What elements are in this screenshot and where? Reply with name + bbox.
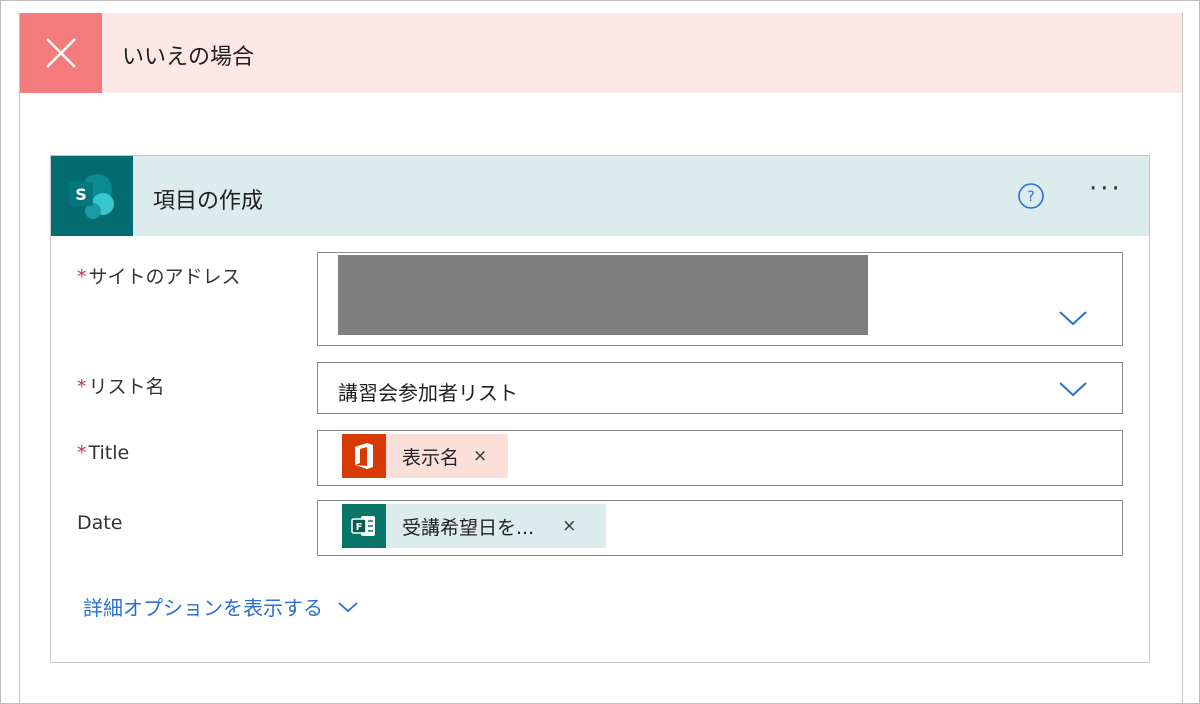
forms-icon: F	[342, 504, 386, 548]
branch-header[interactable]: いいえの場合	[20, 13, 1182, 93]
list-name-dropdown[interactable]: 講習会参加者リスト	[317, 362, 1123, 414]
office-icon	[342, 434, 386, 478]
svg-text:S: S	[75, 185, 87, 204]
date-label: Date	[77, 512, 122, 534]
close-icon	[20, 13, 102, 93]
show-advanced-options-link[interactable]: 詳細オプションを表示する	[83, 592, 359, 621]
site-address-label: * サイトのアドレス	[77, 262, 241, 289]
token-label: 表示名	[402, 446, 460, 469]
help-circle-icon[interactable]: ?	[1017, 182, 1045, 214]
chevron-down-icon[interactable]	[1058, 380, 1088, 402]
list-name-label-text: リスト名	[88, 376, 165, 398]
sharepoint-icon: S	[51, 156, 133, 236]
date-input[interactable]: F 受講希望日を... ×	[317, 500, 1123, 556]
advanced-options-label: 詳細オプションを表示する	[83, 596, 323, 620]
site-address-dropdown[interactable]	[317, 252, 1123, 346]
branch-title: いいえの場合	[122, 45, 255, 70]
chevron-down-icon[interactable]	[1058, 309, 1088, 331]
list-name-label: * リスト名	[77, 372, 165, 399]
token-label: 受講希望日を...	[402, 516, 535, 539]
required-mark: *	[77, 442, 87, 464]
required-mark: *	[77, 376, 87, 398]
more-options-icon[interactable]: ···	[1089, 174, 1123, 204]
dynamic-content-token[interactable]: 表示名 ×	[342, 434, 508, 478]
flow-canvas: いいえの場合 S 項目の作成 ? ··· * サイトのアドレス * リスト名 講…	[0, 0, 1200, 704]
date-label-text: Date	[77, 512, 123, 534]
svg-text:?: ?	[1027, 189, 1034, 205]
dynamic-content-token[interactable]: F 受講希望日を... ×	[342, 504, 606, 548]
remove-token-icon[interactable]: ×	[473, 446, 487, 466]
condition-branch-no: いいえの場合 S 項目の作成 ? ··· * サイトのアドレス * リスト名 講…	[19, 13, 1183, 703]
redacted-site-address	[338, 255, 868, 335]
title-label-text: Title	[88, 442, 130, 464]
required-mark: *	[77, 266, 87, 288]
list-name-value: 講習会参加者リスト	[338, 381, 518, 405]
site-address-label-text: サイトのアドレス	[88, 266, 241, 288]
create-item-action-card: S 項目の作成 ? ··· * サイトのアドレス * リスト名 講習会参加者リス…	[50, 155, 1150, 663]
remove-token-icon[interactable]: ×	[562, 516, 576, 536]
action-title: 項目の作成	[153, 189, 264, 214]
title-input[interactable]: 表示名 ×	[317, 430, 1123, 486]
chevron-down-icon	[337, 595, 359, 619]
title-label: * Title	[77, 442, 129, 464]
svg-text:F: F	[356, 522, 363, 533]
action-header[interactable]: S 項目の作成 ? ···	[51, 156, 1149, 236]
